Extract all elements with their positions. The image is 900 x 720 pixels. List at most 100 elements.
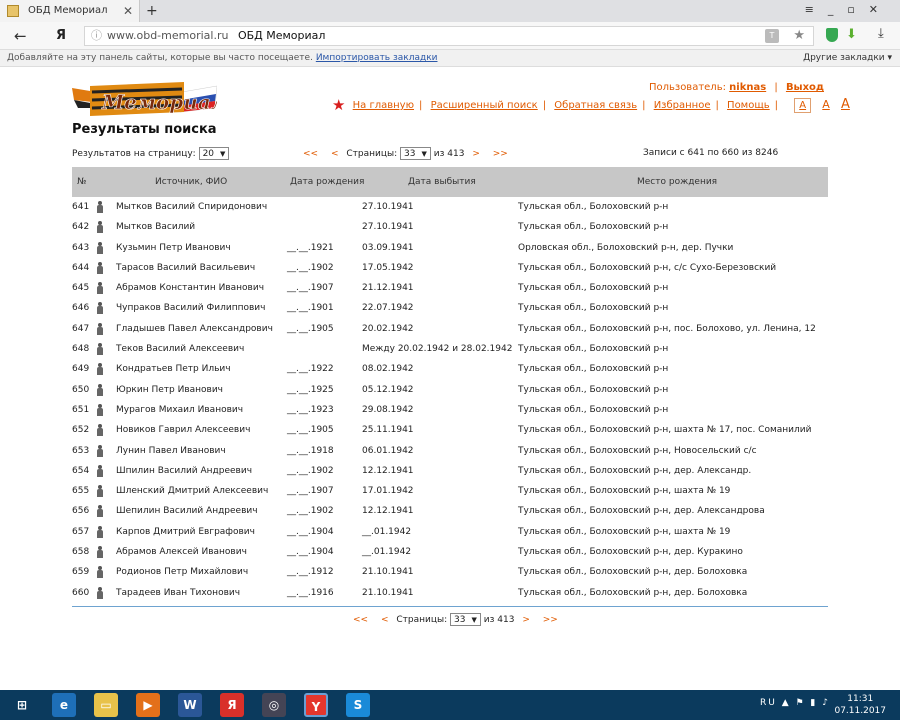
import-bookmarks-link[interactable]: Импортировать закладки xyxy=(316,53,438,63)
prev-page-link[interactable]: < xyxy=(331,149,339,159)
soldier-icon xyxy=(97,241,103,254)
soldier-icon xyxy=(97,525,103,538)
row-number: 655 xyxy=(72,486,90,497)
font-size-small[interactable]: A xyxy=(794,98,812,113)
table-row[interactable]: 649 Кондратьев Петр Ильич __.__.1922 08.02.… xyxy=(72,359,828,379)
table-row[interactable]: 644 Тарасов Василий Васильевич __.__.1902 1… xyxy=(72,258,828,278)
file-explorer-icon[interactable]: ▭ xyxy=(94,693,118,717)
table-row[interactable]: 647 Гладышев Павел Александрович __.__.190… xyxy=(72,319,828,339)
new-tab-button[interactable]: + xyxy=(146,0,158,22)
downloads-icon[interactable]: ⤓ xyxy=(878,26,884,41)
video-app-icon[interactable]: ◎ xyxy=(262,693,286,717)
table-row[interactable]: 658 Абрамов Алексей Иванович __.__.1904 __.… xyxy=(72,542,828,562)
first-page-link[interactable]: << xyxy=(303,149,318,159)
row-name[interactable]: Карпов Дмитрий Евграфович xyxy=(116,522,255,542)
table-row[interactable]: 641 Мытков Василий Спиридонович 27.10.1941… xyxy=(72,197,828,217)
soldier-icon xyxy=(97,201,103,213)
yandex-app-icon[interactable]: Я xyxy=(220,693,244,717)
table-row[interactable]: 646 Чупраков Василий Филиппович __.__.1901… xyxy=(72,298,828,318)
page-info-icon[interactable]: ⓘ xyxy=(91,27,102,45)
system-tray[interactable]: RU ▲ ⚑ ▮ ♪ xyxy=(760,698,830,708)
row-name[interactable]: Новиков Гаврил Алексеевич xyxy=(116,420,250,440)
next-page-link[interactable]: > xyxy=(522,615,530,625)
per-page-select[interactable]: 20 ▼ xyxy=(198,147,230,160)
row-name[interactable]: Шленский Дмитрий Алексеевич xyxy=(116,481,268,501)
skype-icon[interactable]: S xyxy=(346,693,370,717)
table-row[interactable]: 656 Шепилин Василий Андреевич __.__.1902 12… xyxy=(72,501,828,521)
row-name[interactable]: Шепилин Василий Андреевич xyxy=(116,501,258,521)
table-row[interactable]: 660 Тарадеев Иван Тихонович __.__.1916 21.1… xyxy=(72,583,828,603)
table-row[interactable]: 650 Юркин Петр Иванович __.__.1925 05.12.19… xyxy=(72,380,828,400)
memorial-logo[interactable]: Мемориал xyxy=(72,78,217,120)
back-arrow-icon[interactable]: ← xyxy=(14,27,27,45)
row-name[interactable]: Абрамов Алексей Иванович xyxy=(116,542,247,562)
prev-page-link[interactable]: < xyxy=(381,615,389,625)
start-windows-icon[interactable]: ⊞ xyxy=(10,693,34,717)
word-icon[interactable]: W xyxy=(178,693,202,717)
yandex-logo[interactable]: Я xyxy=(56,28,66,43)
clock[interactable]: 11:31 07.11.2017 xyxy=(834,693,886,717)
row-name[interactable]: Юркин Петр Иванович xyxy=(116,380,223,400)
user-label: Пользователь: xyxy=(648,82,726,93)
row-name[interactable]: Мытков Василий xyxy=(116,217,195,237)
page-select[interactable]: 33 ▼ xyxy=(400,147,431,160)
media-player-icon[interactable]: ▶ xyxy=(136,693,160,717)
nav-home[interactable]: На главную xyxy=(353,100,414,111)
row-name[interactable]: Родионов Петр Михайлович xyxy=(116,562,248,582)
font-size-medium[interactable]: A xyxy=(822,98,830,111)
table-row[interactable]: 652 Новиков Гаврил Алексеевич __.__.1905 25… xyxy=(72,420,828,440)
row-name[interactable]: Кузьмин Петр Иванович xyxy=(116,238,231,258)
window-controls[interactable]: ≡_▫✕ xyxy=(805,3,892,16)
row-birth-place: Тульская обл., Болоховский р-н xyxy=(518,283,669,294)
download-extension-icon[interactable]: ⬇ xyxy=(846,27,857,42)
row-birth-place: Тульская обл., Болоховский р-н xyxy=(518,384,669,395)
row-birth-place: Тульская обл., Болоховский р-н, шахта № … xyxy=(518,425,812,436)
font-size-large[interactable]: A xyxy=(841,97,850,112)
table-row[interactable]: 651 Мурагов Михаил Иванович __.__.1923 29.0… xyxy=(72,400,828,420)
browser-tab[interactable]: ОБД Мемориал ✕ xyxy=(0,0,140,22)
bookmark-star-icon[interactable]: ★ xyxy=(793,27,805,45)
url-field[interactable]: ⓘ www.obd-memorial.ru ОБД Мемориал T ★ xyxy=(84,26,814,46)
row-birth-date: __.__.1902 xyxy=(287,465,334,476)
close-tab-icon[interactable]: ✕ xyxy=(123,0,133,22)
row-number: 641 xyxy=(72,202,90,212)
shield-extension-icon[interactable] xyxy=(826,28,838,42)
translate-icon[interactable]: T xyxy=(765,29,779,43)
row-name[interactable]: Абрамов Константин Иванович xyxy=(116,278,264,298)
table-row[interactable]: 643 Кузьмин Петр Иванович __.__.1921 03.09.… xyxy=(72,238,828,258)
next-page-link[interactable]: > xyxy=(472,149,480,159)
table-row[interactable]: 642 Мытков Василий 27.10.1941 Тульская обл.… xyxy=(72,217,828,237)
last-page-link[interactable]: >> xyxy=(543,615,558,625)
table-row[interactable]: 659 Родионов Петр Михайлович __.__.1912 21.… xyxy=(72,562,828,582)
page-select[interactable]: 33 ▼ xyxy=(450,613,481,626)
row-name[interactable]: Гладышев Павел Александрович xyxy=(116,319,273,339)
table-row[interactable]: 648 Теков Василий Алексеевич Между 20.02.1… xyxy=(72,339,828,359)
internet-explorer-icon[interactable]: e xyxy=(52,693,76,717)
table-row[interactable]: 653 Лунин Павел Иванович __.__.1918 06.01.1… xyxy=(72,441,828,461)
row-name[interactable]: Кондратьев Петр Ильич xyxy=(116,359,231,379)
row-name[interactable]: Теков Василий Алексеевич xyxy=(116,339,244,359)
nav-favorites[interactable]: Избранное xyxy=(654,100,711,111)
row-birth-place: Тульская обл., Болоховский р-н, дер. Бол… xyxy=(518,587,748,598)
row-name[interactable]: Тарадеев Иван Тихонович xyxy=(116,583,240,603)
row-name[interactable]: Лунин Павел Иванович xyxy=(116,441,226,461)
table-row[interactable]: 655 Шленский Дмитрий Алексеевич __.__.1907… xyxy=(72,481,828,501)
nav-advanced-search[interactable]: Расширенный поиск xyxy=(431,100,538,111)
logout-link[interactable]: Выход xyxy=(786,82,824,93)
row-name[interactable]: Мытков Василий Спиридонович xyxy=(116,197,267,217)
table-row[interactable]: 645 Абрамов Константин Иванович __.__.1907… xyxy=(72,278,828,298)
table-row[interactable]: 654 Шпилин Василий Андреевич __.__.1902 12.… xyxy=(72,461,828,481)
row-name[interactable]: Шпилин Василий Андреевич xyxy=(116,461,252,481)
nav-feedback[interactable]: Обратная связь xyxy=(554,100,637,111)
row-name[interactable]: Мурагов Михаил Иванович xyxy=(116,400,243,420)
other-bookmarks-button[interactable]: Другие закладки ▾ xyxy=(803,50,892,67)
row-name[interactable]: Тарасов Василий Васильевич xyxy=(116,258,255,278)
row-name[interactable]: Чупраков Василий Филиппович xyxy=(116,298,265,318)
user-name-link[interactable]: niknas xyxy=(729,82,766,93)
last-page-link[interactable]: >> xyxy=(493,149,508,159)
table-row[interactable]: 657 Карпов Дмитрий Евграфович __.__.1904 __… xyxy=(72,522,828,542)
soldier-icon xyxy=(97,282,103,295)
yandex-browser-icon[interactable]: Y xyxy=(304,693,328,717)
nav-help[interactable]: Помощь xyxy=(727,100,770,111)
first-page-link[interactable]: << xyxy=(353,615,368,625)
